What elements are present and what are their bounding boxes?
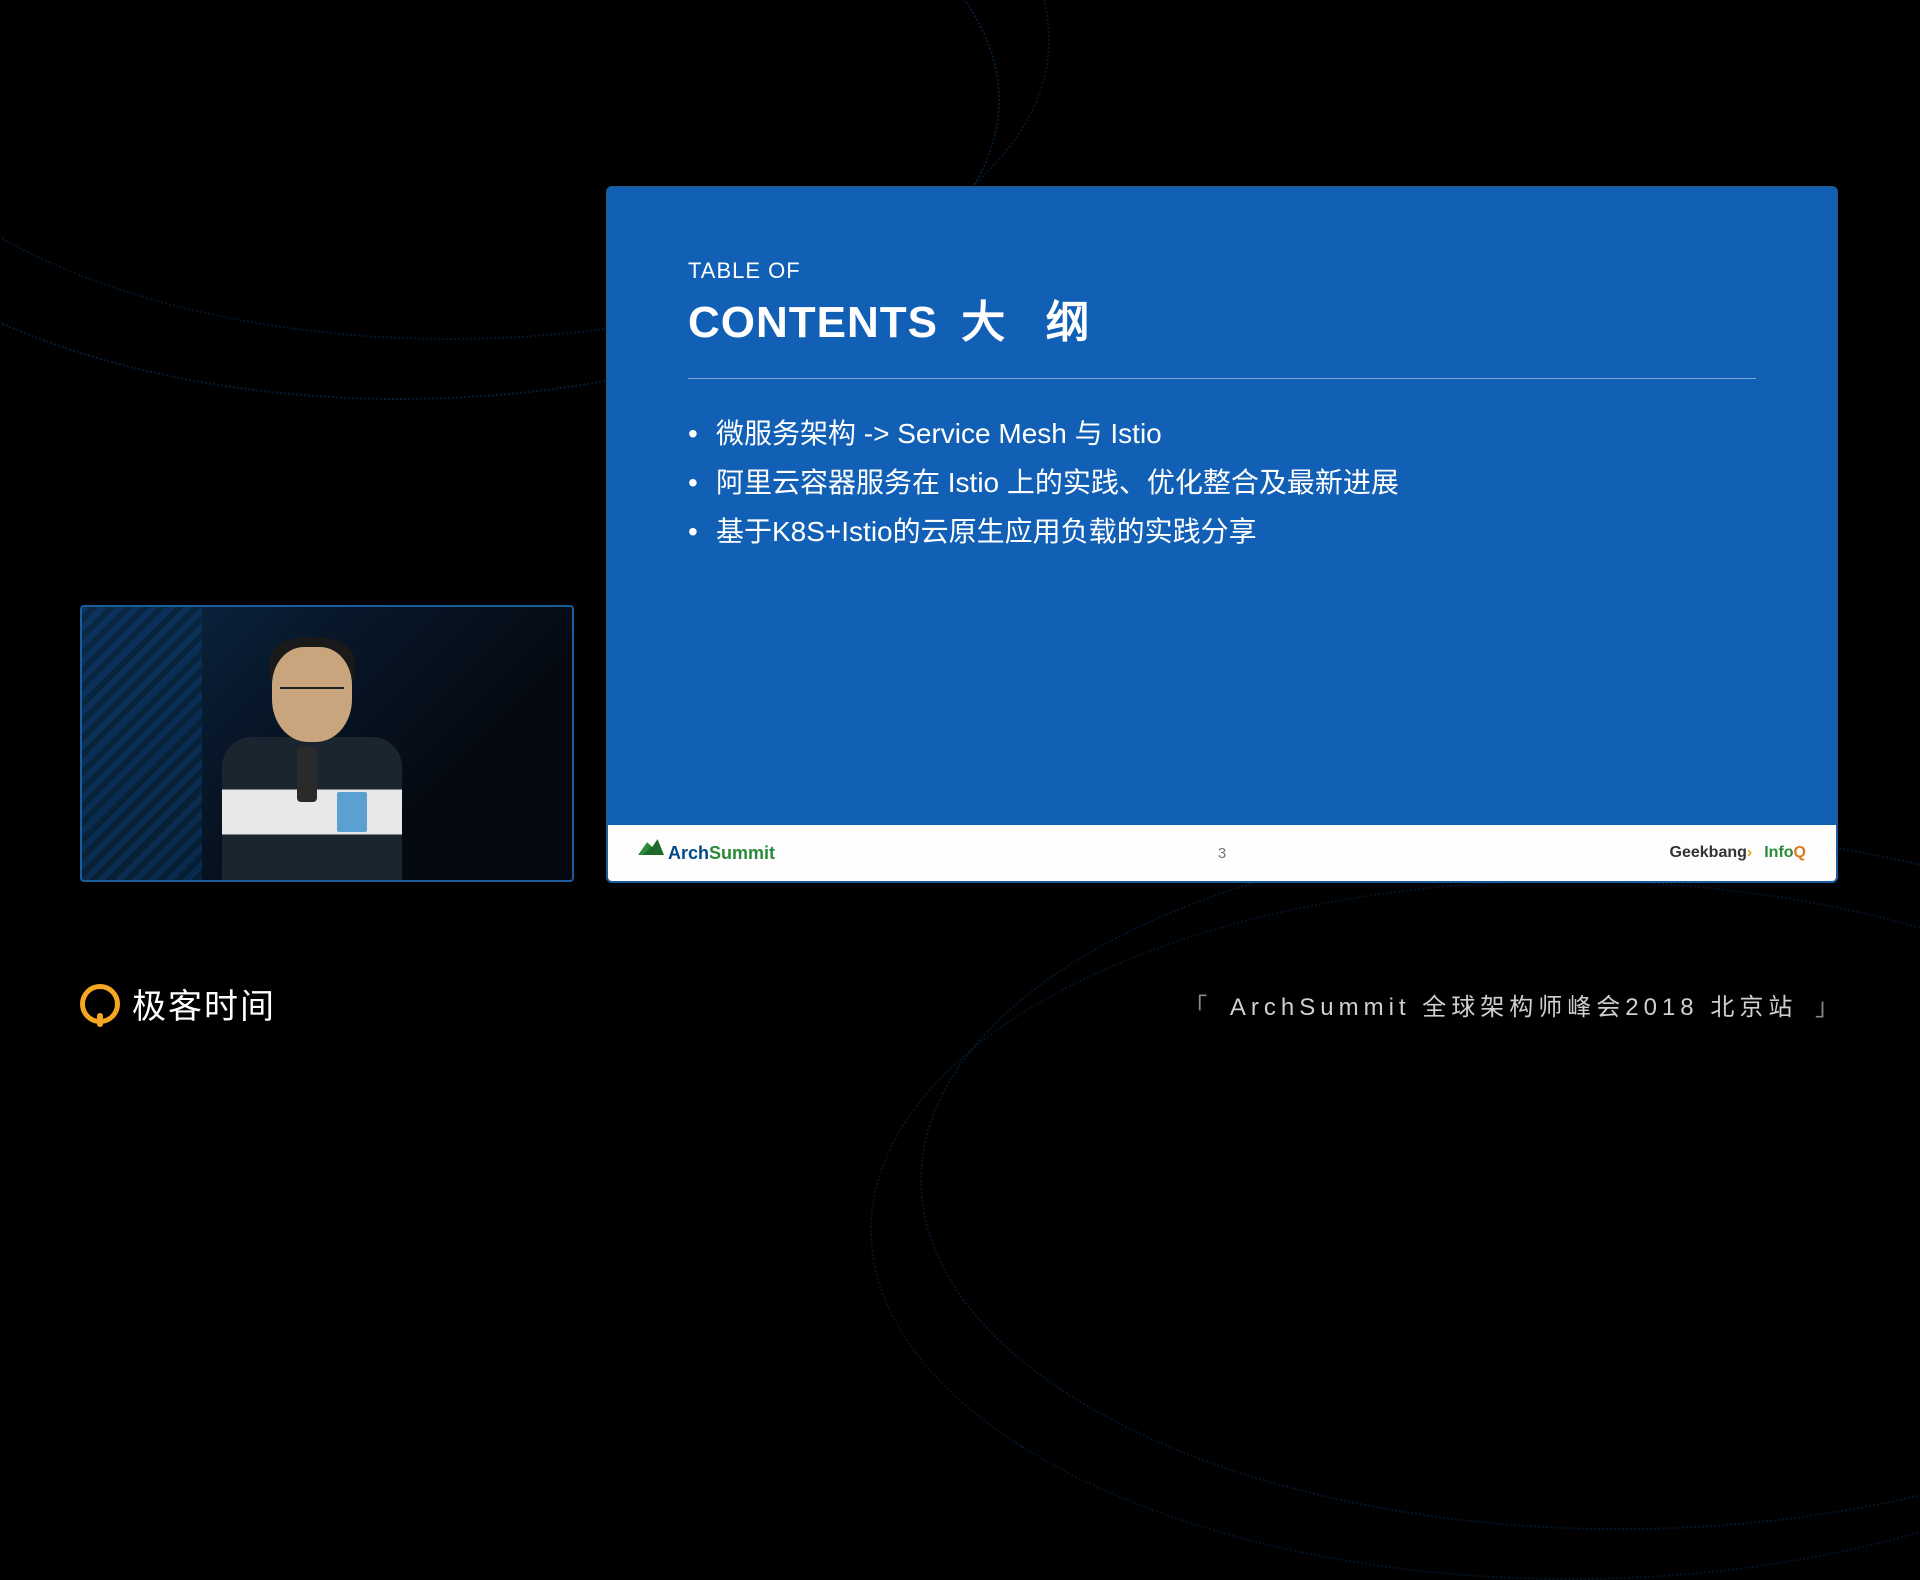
bg-dots-bottom — [920, 830, 1920, 1530]
presentation-slide: TABLE OF CONTENTS 大 纲 微服务架构 -> Service M… — [606, 186, 1838, 883]
brand-name: 极客时间 — [132, 979, 276, 1028]
speaker-microphone — [297, 747, 317, 802]
slide-bullet-list: 微服务架构 -> Service Mesh 与 Istio 阿里云容器服务在 I… — [688, 409, 1756, 556]
bracket-close: 」 — [1815, 994, 1844, 1021]
slide-body: TABLE OF CONTENTS 大 纲 微服务架构 -> Service M… — [608, 188, 1836, 825]
slide-page-number: 3 — [1218, 845, 1226, 862]
infoq-text-q: Q — [1794, 844, 1806, 861]
speaker-badge — [337, 792, 367, 832]
slide-title-zh: 大 纲 — [961, 298, 1103, 347]
slide-footer: ArchSummit 3 Geekbang› InfoQ — [608, 825, 1836, 881]
video-bg-panel — [82, 607, 202, 880]
brand-logo: 极客时间 — [80, 979, 276, 1028]
event-label: 「 ArchSummit 全球架构师峰会2018 北京站 」 — [1177, 987, 1850, 1022]
summit-text-part: Summit — [709, 843, 775, 863]
slide-bullet-item: 基于K8S+Istio的云原生应用负载的实践分享 — [688, 507, 1756, 556]
slide-bullet-item: 阿里云容器服务在 Istio 上的实践、优化整合及最新进展 — [688, 458, 1756, 507]
geektime-icon — [80, 984, 120, 1024]
footer-right-logos: Geekbang› InfoQ — [1670, 844, 1806, 862]
slide-pretitle: TABLE OF — [688, 258, 1756, 284]
bracket-open: 「 — [1183, 994, 1212, 1021]
geekbang-logo: Geekbang› — [1670, 844, 1753, 862]
geekbang-text: Geekbang — [1670, 844, 1747, 861]
bg-dots-bottom-2 — [870, 880, 1920, 1580]
footer-left-logo: ArchSummit — [638, 843, 775, 864]
archsummit-mountain-icon — [638, 839, 664, 855]
speaker-video-panel — [80, 605, 574, 882]
infoq-text-pre: Info — [1764, 844, 1793, 861]
slide-title: CONTENTS 大 纲 — [688, 286, 1756, 379]
event-name: ArchSummit 全球架构师峰会2018 北京站 — [1230, 994, 1797, 1021]
speaker-glasses — [280, 687, 344, 701]
slide-title-en: CONTENTS — [688, 298, 938, 347]
infoq-logo: InfoQ — [1764, 844, 1806, 862]
speaker-figure — [222, 627, 402, 882]
geekbang-arrow-icon: › — [1747, 844, 1752, 861]
archsummit-logo-text: ArchSummit — [668, 843, 775, 864]
arch-text-part: Arch — [668, 843, 709, 863]
slide-bullet-item: 微服务架构 -> Service Mesh 与 Istio — [688, 409, 1756, 458]
